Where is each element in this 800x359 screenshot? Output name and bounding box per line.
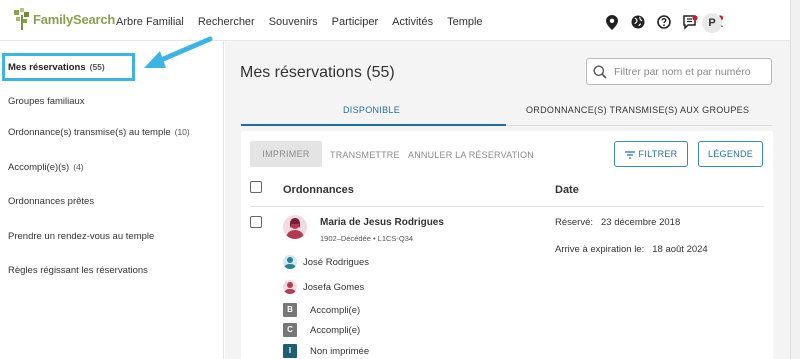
filter-label: FILTRER (638, 149, 678, 159)
family-tree-icon (14, 8, 29, 30)
nav-temple[interactable]: Temple (447, 16, 482, 28)
filter-icon (624, 151, 635, 159)
user-avatar[interactable]: P (702, 13, 722, 33)
ordinance-baptism: B Accompli(e) (283, 303, 360, 317)
sidebar-item-count: (4) (73, 162, 84, 172)
person-name-link[interactable]: Maria de Jesus Rodrigues (320, 217, 444, 228)
sidebar-item-label: Règles régissant les réservations (8, 265, 148, 276)
search-placeholder: Filtrer par nom et par numéro (614, 66, 751, 78)
sidebar-item-label: Accompli(e)(s) (8, 162, 70, 173)
main-content: Mes réservations (55) Filtrer par nom et… (225, 41, 790, 359)
person-lifespan-id: 1902–Décédée • L1CS-Q34 (320, 234, 414, 243)
reservations-card: IMPRIMER TRANSMETTRE ANNULER LA RÉSERVAT… (241, 131, 773, 359)
ordinance-badge-i-icon: I (283, 344, 297, 358)
sidebar-item-label: Prendre un rendez-vous au temple (8, 231, 155, 242)
legend-button[interactable]: LÉGENDE (698, 141, 763, 167)
nav-get-involved[interactable]: Participer (332, 16, 378, 28)
reserved-date: Réservé: 23 décembre 2018 (555, 217, 680, 228)
filter-search-input[interactable]: Filtrer par nom et par numéro (586, 58, 772, 85)
sidebar-item-completed[interactable]: Accompli(e)(s) (4) (8, 162, 84, 173)
tab-divider (506, 125, 772, 126)
main-nav: Arbre Familial Rechercher Souvenirs Part… (116, 16, 497, 28)
mother-entry[interactable]: Josefa Gomes (283, 279, 364, 295)
annotation-highlight-box (2, 53, 135, 81)
ordinance-confirmation: C Accompli(e) (283, 323, 360, 337)
header-divider (250, 206, 764, 207)
search-icon (593, 65, 607, 79)
row-checkbox[interactable] (250, 216, 262, 228)
column-header-date: Date (555, 184, 579, 196)
reservations-sidebar: Mes réservations (55) Groupes familiaux O… (0, 41, 224, 359)
active-tab-indicator (241, 124, 506, 126)
annotation-arrow-icon (144, 36, 213, 68)
sidebar-item-reservation-policies[interactable]: Règles régissant les réservations (8, 265, 148, 276)
ordinance-status: Accompli(e) (310, 324, 361, 336)
print-button[interactable]: IMPRIMER (250, 141, 322, 167)
ordinance-status: Non imprimée (310, 345, 370, 357)
female-person-icon (283, 280, 297, 294)
mother-name: Josefa Gomes (303, 281, 365, 293)
ordinance-status: Accompli(e) (310, 304, 361, 316)
location-pin-icon[interactable] (604, 14, 620, 30)
sidebar-item-temple-appointment[interactable]: Prendre un rendez-vous au temple (8, 231, 154, 242)
sidebar-item-label: Ordonnance(s) transmise(s) au temple (8, 127, 171, 138)
expires-label: Arrive à expiration le: (555, 244, 645, 255)
father-entry[interactable]: José Rodrigues (283, 254, 369, 270)
male-person-icon (283, 255, 297, 269)
ordinance-initiatory: I Non imprimée (283, 344, 369, 358)
expires-value: 18 août 2024 (652, 244, 708, 255)
nav-search[interactable]: Rechercher (198, 16, 255, 28)
ordinance-badge-b-icon: B (283, 303, 297, 317)
nav-memories[interactable]: Souvenirs (269, 16, 318, 28)
reserved-label: Réservé: (555, 217, 594, 228)
familysearch-logo[interactable]: FamilySearch (13, 8, 115, 30)
expiration-date: Arrive à expiration le: 18 août 2024 (555, 244, 708, 255)
page-title: Mes réservations (55) (240, 64, 395, 81)
sidebar-item-label: Ordonnances prêtes (8, 196, 95, 207)
transmit-button[interactable]: TRANSMETTRE (330, 150, 400, 160)
nav-family-tree[interactable]: Arbre Familial (116, 16, 184, 28)
father-name: José Rodrigues (303, 256, 370, 268)
column-header-ordinances: Ordonnances (283, 184, 354, 196)
sidebar-item-ordinances-ready[interactable]: Ordonnances prêtes (8, 196, 94, 207)
help-icon[interactable] (656, 14, 672, 30)
page-scrollbar[interactable] (790, 0, 800, 359)
logo-text: FamilySearch (33, 11, 116, 27)
ordinance-badge-c-icon: C (283, 323, 297, 337)
nav-activities[interactable]: Activités (392, 16, 433, 28)
filter-button[interactable]: FILTRER (614, 141, 688, 167)
tab-available[interactable]: DISPONIBLE (343, 105, 400, 115)
sidebar-item-family-groups[interactable]: Groupes familiaux (8, 96, 85, 107)
select-all-checkbox[interactable] (250, 181, 262, 193)
tab-shared-with-groups[interactable]: ORDONNANCE(S) TRANSMISE(S) AUX GROUPES (526, 105, 749, 115)
top-navigation: FamilySearch Arbre Familial Rechercher S… (0, 0, 800, 41)
cancel-reservation-button[interactable]: ANNULER LA RÉSERVATION (408, 150, 534, 160)
female-person-avatar-icon (283, 215, 307, 239)
messages-icon[interactable] (682, 14, 698, 30)
sidebar-item-shared-with-temple[interactable]: Ordonnance(s) transmise(s) au temple (10) (8, 127, 190, 138)
sidebar-item-count: (10) (174, 127, 190, 137)
reserved-value: 23 décembre 2018 (601, 217, 681, 228)
globe-icon[interactable] (630, 14, 646, 30)
sidebar-item-label: Groupes familiaux (8, 96, 85, 107)
